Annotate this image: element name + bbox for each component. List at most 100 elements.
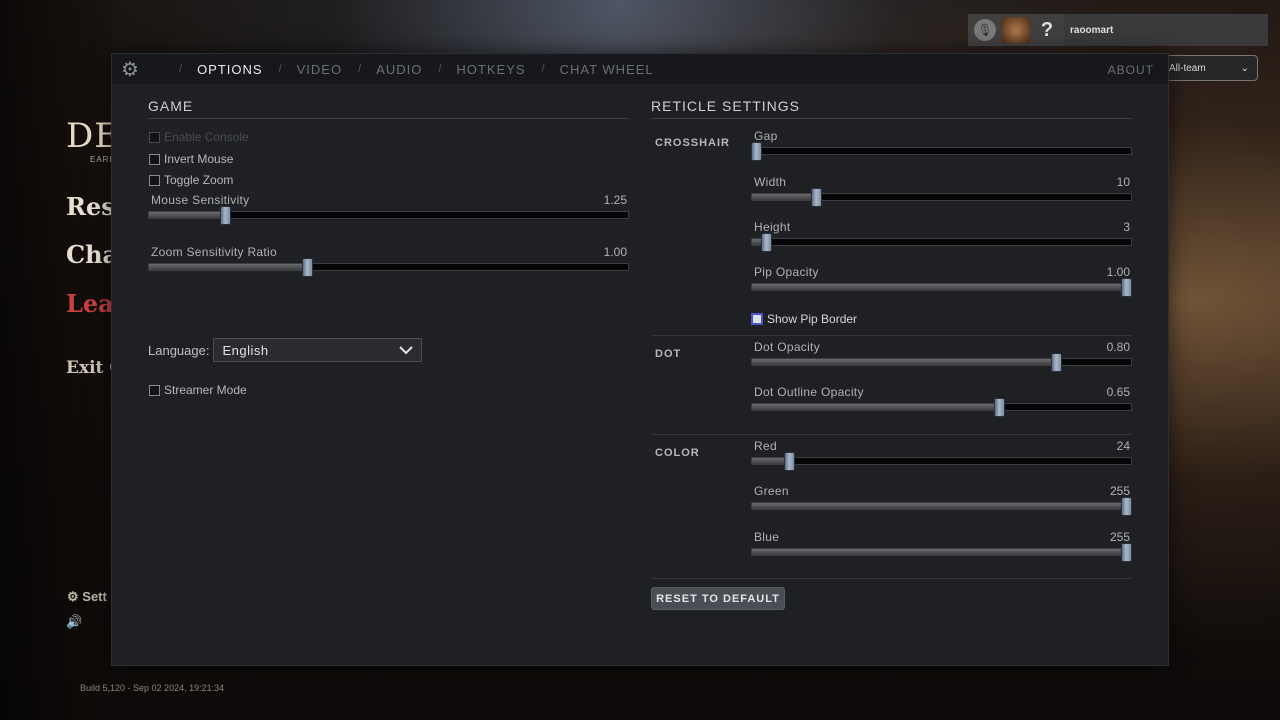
reticle-section: RETICLE SETTINGS CROSSHAIR Gap Width 10 …: [651, 98, 1132, 610]
zoom-sensitivity-slider[interactable]: Zoom Sensitivity Ratio 1.00: [148, 245, 629, 279]
mouse-sensitivity-slider[interactable]: Mouse Sensitivity 1.25: [148, 193, 629, 227]
width-slider[interactable]: Width 10: [751, 175, 1132, 209]
chevron-down-icon: ⌄: [1240, 62, 1249, 74]
divider: [651, 335, 1132, 336]
slider-track[interactable]: [751, 283, 1132, 291]
slider-value: 0.80: [1106, 340, 1130, 354]
tab-chat-wheel[interactable]: / CHAT WHEEL: [526, 62, 654, 77]
slider-track[interactable]: [751, 548, 1132, 556]
slider-label: Width: [754, 175, 787, 189]
slider-value: 1.25: [603, 193, 627, 207]
chat-team-value: All-team: [1169, 62, 1206, 74]
slider-value: 24: [1116, 439, 1130, 453]
slider-thumb[interactable]: [219, 206, 231, 225]
slider-fill: [752, 503, 1127, 509]
slider-track[interactable]: [751, 193, 1132, 201]
slider-thumb[interactable]: [1121, 543, 1132, 562]
slider-track[interactable]: [751, 238, 1132, 246]
toggle-zoom-checkbox[interactable]: Toggle Zoom: [149, 173, 233, 187]
slider-thumb[interactable]: [1121, 278, 1132, 297]
microphone-icon[interactable]: 🎙: [974, 19, 996, 41]
slider-label: Gap: [754, 129, 778, 143]
streamer-mode-label: Streamer Mode: [164, 383, 247, 397]
red-slider[interactable]: Red 24: [751, 439, 1132, 473]
help-icon[interactable]: ?: [1036, 19, 1058, 42]
tab-separator: /: [438, 63, 443, 75]
tab-separator: /: [278, 63, 283, 75]
slider-label: Dot Opacity: [754, 340, 820, 354]
reset-to-default-button[interactable]: RESET TO DEFAULT: [651, 587, 785, 610]
green-slider[interactable]: Green 255: [751, 484, 1132, 518]
gear-icon[interactable]: ⚙: [115, 54, 145, 84]
checkbox-box[interactable]: [751, 313, 763, 325]
side-settings-link[interactable]: ⚙ Sett: [67, 589, 107, 605]
slider-fill: [752, 284, 1127, 290]
tab-video[interactable]: / VIDEO: [263, 62, 343, 77]
slider-thumb[interactable]: [751, 142, 762, 161]
pip-opacity-slider[interactable]: Pip Opacity 1.00: [751, 265, 1132, 299]
divider: [651, 434, 1132, 435]
tab-separator: /: [358, 63, 363, 75]
dot-opacity-slider[interactable]: Dot Opacity 0.80: [751, 340, 1132, 374]
slider-track[interactable]: [148, 263, 629, 271]
slider-value: 1.00: [1106, 265, 1130, 279]
tab-audio[interactable]: / AUDIO: [342, 62, 422, 77]
game-section-title: GAME: [148, 98, 629, 119]
game-section: GAME Enable Console Invert Mouse Toggle …: [148, 98, 629, 397]
dot-outline-opacity-slider[interactable]: Dot Outline Opacity 0.65: [751, 385, 1132, 419]
language-label: Language:: [148, 342, 210, 358]
slider-thumb[interactable]: [1121, 497, 1132, 516]
options-modal: ⚙ / OPTIONS / VIDEO / AUDIO / HOTKEYS / …: [111, 53, 1169, 666]
slider-fill: [752, 194, 817, 200]
chat-team-select[interactable]: All-team ⌄: [1160, 55, 1258, 81]
slider-track[interactable]: [751, 403, 1132, 411]
height-slider[interactable]: Height 3: [751, 220, 1132, 254]
tab-chat-wheel-label: CHAT WHEEL: [559, 61, 654, 77]
menu-resume[interactable]: Res: [66, 192, 115, 221]
color-group-label: COLOR: [655, 447, 700, 459]
tab-about[interactable]: ABOUT: [1108, 63, 1154, 77]
gap-slider[interactable]: Gap: [751, 129, 1132, 163]
language-value: English: [222, 342, 269, 358]
slider-track[interactable]: [751, 457, 1132, 465]
tab-separator: /: [179, 63, 184, 75]
checkbox-box[interactable]: [149, 384, 160, 396]
gear-icon: ⚙: [67, 589, 79, 604]
slider-value: 0.65: [1106, 385, 1130, 399]
avatar[interactable]: [1002, 17, 1030, 43]
tab-options[interactable]: / OPTIONS: [163, 62, 263, 77]
streamer-mode-checkbox[interactable]: Streamer Mode: [149, 383, 247, 397]
slider-track[interactable]: [751, 502, 1132, 510]
invert-mouse-checkbox[interactable]: Invert Mouse: [149, 152, 233, 166]
language-select[interactable]: English: [213, 338, 423, 362]
tab-hotkeys[interactable]: / HOTKEYS: [422, 62, 525, 77]
slider-thumb[interactable]: [993, 398, 1005, 417]
enable-console-checkbox: Enable Console: [149, 130, 249, 144]
slider-track[interactable]: [751, 358, 1132, 366]
checkbox-box[interactable]: [149, 153, 160, 165]
slider-thumb[interactable]: [761, 233, 773, 252]
crosshair-group-label: CROSSHAIR: [655, 137, 731, 149]
username: raoomart: [1064, 14, 1268, 46]
blue-slider[interactable]: Blue 255: [751, 530, 1132, 564]
slider-thumb[interactable]: [810, 188, 822, 207]
reticle-section-title: RETICLE SETTINGS: [651, 98, 1132, 119]
checkbox-box[interactable]: [149, 174, 160, 186]
slider-label: Pip Opacity: [754, 265, 819, 279]
tab-options-label: OPTIONS: [197, 61, 263, 77]
checkbox-box: [149, 131, 160, 143]
slider-fill: [149, 264, 308, 270]
slider-label: Green: [754, 484, 789, 498]
slider-fill: [149, 212, 226, 218]
divider: [651, 578, 1132, 579]
show-pip-border-checkbox[interactable]: Show Pip Border: [751, 312, 857, 326]
slider-thumb[interactable]: [301, 258, 313, 277]
slider-label: Height: [754, 220, 791, 234]
slider-fill: [752, 549, 1127, 555]
volume-icon[interactable]: 🔊: [66, 614, 82, 630]
slider-thumb[interactable]: [1050, 353, 1062, 372]
chevron-down-icon: [399, 345, 414, 354]
slider-track[interactable]: [751, 147, 1132, 155]
slider-thumb[interactable]: [784, 452, 796, 471]
slider-fill: [752, 404, 1000, 410]
